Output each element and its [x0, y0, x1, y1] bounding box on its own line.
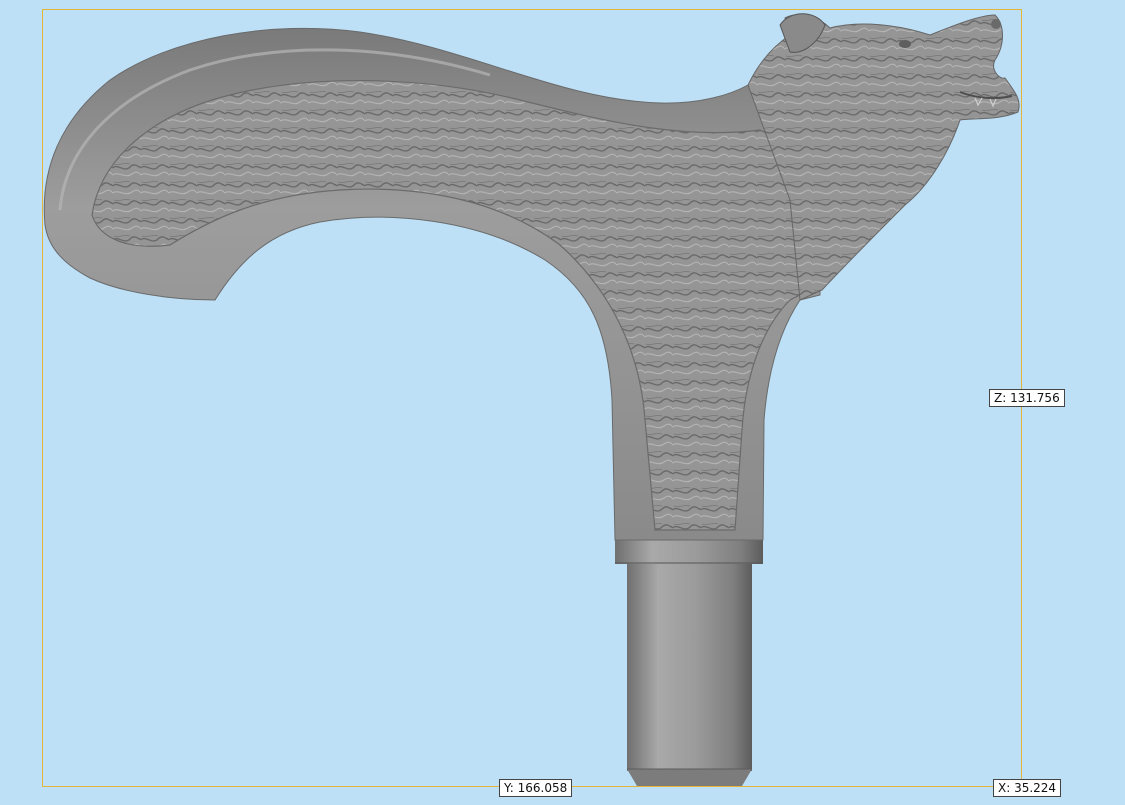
cane-handle-model[interactable] [0, 0, 1125, 805]
x-dimension-label: X: 35.224 [993, 779, 1062, 797]
z-dimension-label: Z: 131.756 [989, 389, 1065, 407]
3d-viewport[interactable]: Z: 131.756 Y: 166.058 X: 35.224 [0, 0, 1125, 805]
carved-fur-panel [91, 80, 811, 531]
shaft [627, 563, 752, 786]
y-dimension-label: Y: 166.058 [499, 779, 573, 797]
collar [615, 540, 763, 564]
